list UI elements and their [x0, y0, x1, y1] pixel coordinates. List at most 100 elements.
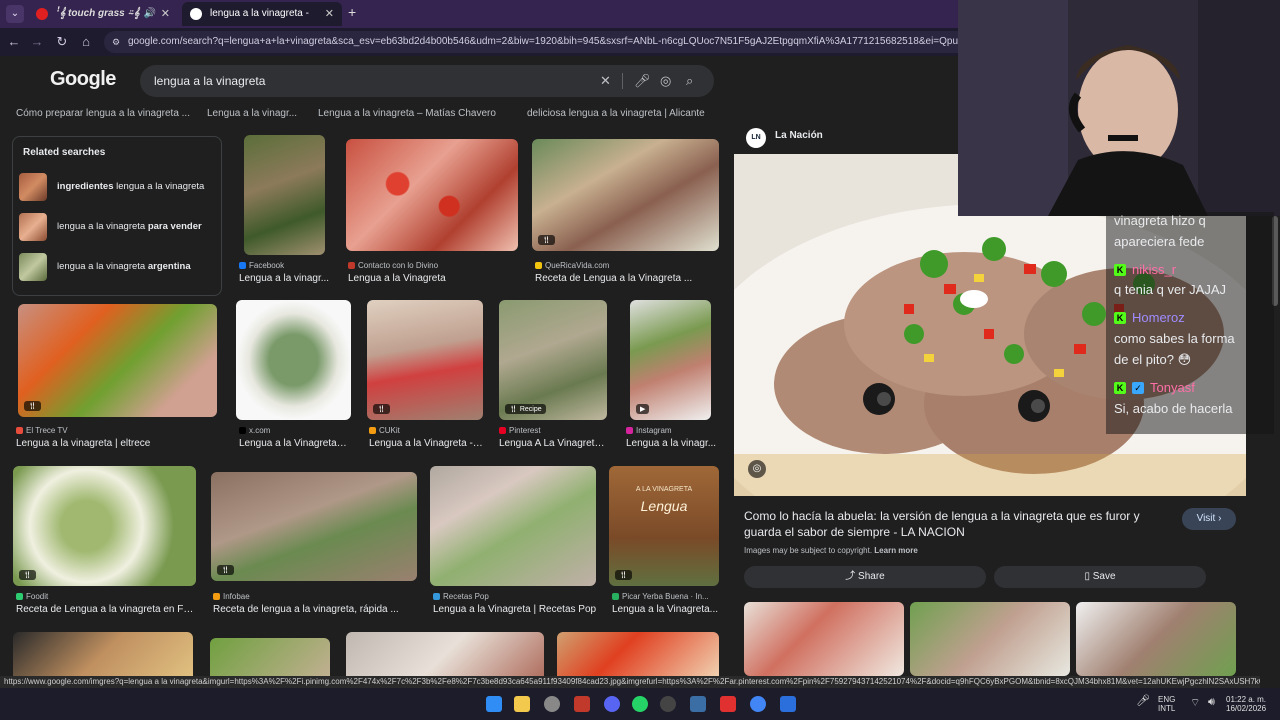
result-source[interactable]: Foodit [16, 592, 48, 601]
source-name[interactable]: La Nación [775, 130, 823, 141]
app-icon[interactable] [660, 696, 676, 712]
top-result-label[interactable]: Cómo preparar lengua a la vinagreta ... [16, 108, 190, 119]
new-tab-button[interactable]: + [348, 4, 356, 20]
result-title[interactable]: Lengua a la Vinagreta - ... [369, 438, 483, 449]
close-icon[interactable]: ✕ [325, 2, 334, 26]
result-title[interactable]: Lengua a la vinagreta | eltrece [16, 438, 216, 449]
learn-more-link[interactable]: Learn more [874, 546, 918, 555]
related-search-item[interactable]: lengua a la vinagreta para vender [19, 211, 219, 243]
volume-icon[interactable]: 🔊︎ [1208, 696, 1215, 709]
result-image[interactable]: A LA VINAGRETA Lengua 🍴︎ [609, 466, 719, 586]
result-source[interactable]: Instagram [626, 426, 672, 435]
obs-icon[interactable] [544, 696, 560, 712]
result-source[interactable]: Infobae [213, 592, 250, 601]
app-icon[interactable] [720, 696, 736, 712]
preview-title[interactable]: Como lo hacía la abuela: la versión de l… [744, 508, 1164, 540]
related-search-item[interactable]: lengua a la vinagreta argentina [19, 251, 219, 283]
home-icon[interactable]: ⌂ [76, 32, 96, 52]
address-bar[interactable]: ⚙ google.com/search?q=lengua+a+la+vinagr… [104, 31, 1004, 53]
source-logo[interactable]: LN [746, 128, 766, 148]
lens-icon[interactable]: ◎ [660, 65, 671, 97]
result-source[interactable]: Pinterest [499, 426, 541, 435]
result-title[interactable]: Receta de Lengua a la Vinagreta ... [535, 273, 719, 284]
app-icon[interactable] [780, 696, 796, 712]
result-image[interactable]: 🍴︎ [367, 300, 483, 420]
result-source[interactable]: CUKit [369, 426, 400, 435]
save-button[interactable]: ▯ Save [994, 566, 1206, 588]
kick-badge-icon: K [1114, 264, 1126, 276]
tab-touch-grass[interactable]: ꜝ𝄞 touch grass ⍨𝄞 🔊 ✕ [28, 2, 178, 26]
result-image[interactable] [244, 135, 325, 255]
result-title[interactable]: Lengua a la vinagr... [626, 438, 718, 449]
result-image[interactable] [557, 632, 719, 676]
visit-button[interactable]: Visit › [1182, 508, 1236, 530]
result-image[interactable] [13, 632, 193, 676]
speaker-icon[interactable]: 🔊 [144, 2, 156, 26]
tab-search-menu-icon[interactable]: ⌄ [6, 5, 24, 23]
result-title[interactable]: Lengua a la Vinagreta [348, 273, 518, 284]
file-explorer-icon[interactable] [514, 696, 530, 712]
lens-search-icon[interactable]: ◎ [748, 460, 766, 478]
result-source[interactable]: QueRicaVida.com [535, 261, 609, 270]
related-image[interactable] [910, 602, 1070, 676]
result-image[interactable] [346, 632, 544, 676]
result-source[interactable]: x.com [239, 426, 270, 435]
site-info-icon[interactable]: ⚙ [112, 31, 120, 53]
result-image[interactable]: 🍴︎ [211, 472, 417, 581]
discord-icon[interactable] [604, 696, 620, 712]
result-image[interactable] [236, 300, 351, 420]
result-image[interactable]: 🍴︎ Recipe [499, 300, 607, 420]
result-image[interactable] [430, 466, 596, 586]
forward-arrow-icon[interactable]: → [27, 32, 47, 52]
result-image[interactable]: 🍴︎ [13, 466, 196, 586]
close-icon[interactable]: ✕ [161, 2, 170, 26]
whatsapp-icon[interactable] [632, 696, 648, 712]
language-indicator[interactable]: ENG INTL [1158, 695, 1175, 713]
network-icon[interactable]: ⌔ [1190, 696, 1200, 710]
search-icon[interactable]: ⌕ [686, 65, 693, 97]
result-title[interactable]: Lengua a la Vinagreta... [612, 604, 718, 615]
top-result-label[interactable]: deliciosa lengua a la vinagreta | Alican… [527, 108, 705, 119]
verified-badge-icon: ✓ [1132, 382, 1144, 394]
clock[interactable]: 01:22 a. m. 16/02/2026 [1226, 695, 1266, 713]
result-title[interactable]: Lengua A La Vinagreta... [499, 438, 607, 449]
result-title[interactable]: Lengua a la Vinagreta l... [239, 438, 347, 449]
app-icon[interactable] [690, 696, 706, 712]
microphone-icon[interactable]: 🎤︎ [634, 65, 651, 97]
result-image[interactable]: 🍴︎ [18, 304, 217, 417]
recipe-icon: 🍴︎ [217, 565, 234, 575]
result-title[interactable]: Lengua a la Vinagreta | Recetas Pop [433, 604, 597, 615]
result-title[interactable]: Receta de Lengua a la vinagreta en Fo... [16, 604, 194, 615]
result-image[interactable]: ▶ [630, 300, 711, 420]
back-arrow-icon[interactable]: ← [4, 32, 24, 52]
google-logo[interactable]: Google [50, 68, 116, 91]
reload-icon[interactable]: ↻ [52, 32, 72, 52]
result-source[interactable]: El Trece TV [16, 426, 68, 435]
result-title[interactable]: Lengua a la vinagr... [239, 273, 331, 284]
app-icon[interactable] [574, 696, 590, 712]
result-title[interactable]: Receta de lengua a la vinagreta, rápida … [213, 604, 417, 615]
webcam-feed [958, 0, 1280, 216]
result-image[interactable]: 🍴︎ [532, 139, 719, 251]
result-source[interactable]: Facebook [239, 261, 284, 270]
share-button[interactable]: ⤴ Share [744, 566, 986, 588]
related-search-item[interactable]: ingredientes lengua a la vinagreta [19, 171, 219, 203]
search-box[interactable]: lengua a la vinagreta ✕ 🎤︎ ◎ ⌕ [140, 65, 714, 97]
result-image[interactable] [210, 638, 330, 676]
thumbnail-caption: Lengua [640, 498, 688, 514]
result-source[interactable]: Contacto con lo Divino [348, 261, 438, 270]
related-image[interactable] [1076, 602, 1236, 676]
related-image[interactable] [744, 602, 904, 676]
result-image[interactable] [346, 139, 518, 251]
windows-start-icon[interactable] [486, 696, 502, 712]
clear-icon[interactable]: ✕ [600, 65, 611, 97]
result-source[interactable]: Recetas Pop [433, 592, 489, 601]
search-input[interactable]: lengua a la vinagreta [154, 65, 265, 97]
result-source[interactable]: Picar Yerba Buena · In... [612, 592, 709, 601]
top-result-label[interactable]: Lengua a la vinagreta – Matías Chavero [318, 108, 496, 119]
chrome-icon[interactable] [750, 696, 766, 712]
microphone-tray-icon[interactable]: 🎤︎ [1136, 694, 1150, 707]
related-searches-card: Related searches ingredientes lengua a l… [12, 136, 222, 296]
top-result-label[interactable]: Lengua a la vinagr... [207, 108, 297, 119]
tab-google-search[interactable]: lengua a la vinagreta - Google ✕ [182, 2, 342, 43]
